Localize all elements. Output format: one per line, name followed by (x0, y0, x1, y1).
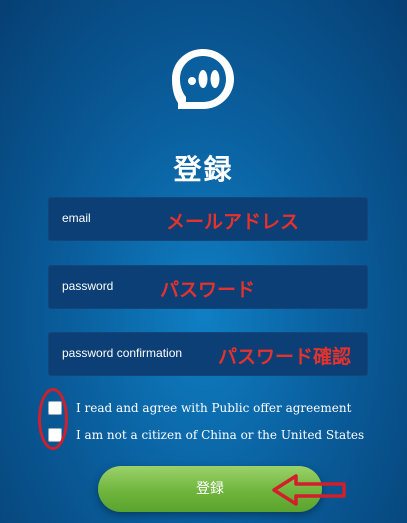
password-placeholder: password (62, 279, 114, 293)
email-field[interactable]: email メールアドレス (48, 197, 368, 241)
password-annotation: パスワード (160, 279, 256, 301)
agreement-checkbox-row: I read and agree with Public offer agree… (48, 398, 351, 418)
citizenship-checkbox-row: I am not a citizen of China or the Unite… (48, 425, 364, 445)
email-annotation: メールアドレス (166, 211, 300, 233)
password-field[interactable]: password パスワード (48, 265, 368, 309)
citizenship-label: I am not a citizen of China or the Unite… (76, 428, 365, 442)
password-confirmation-annotation: パスワード確認 (218, 346, 352, 368)
agreement-label: I read and agree with Public offer agree… (76, 401, 352, 415)
left-arrow-icon (272, 474, 346, 506)
email-placeholder: email (62, 211, 91, 225)
password-confirmation-field[interactable]: password confirmation パスワード確認 (48, 332, 368, 376)
password-confirmation-placeholder: password confirmation (62, 346, 183, 360)
page-title: 登録 (173, 153, 234, 186)
highlight-circle (38, 388, 68, 450)
chat-bubble-icon (172, 49, 234, 109)
